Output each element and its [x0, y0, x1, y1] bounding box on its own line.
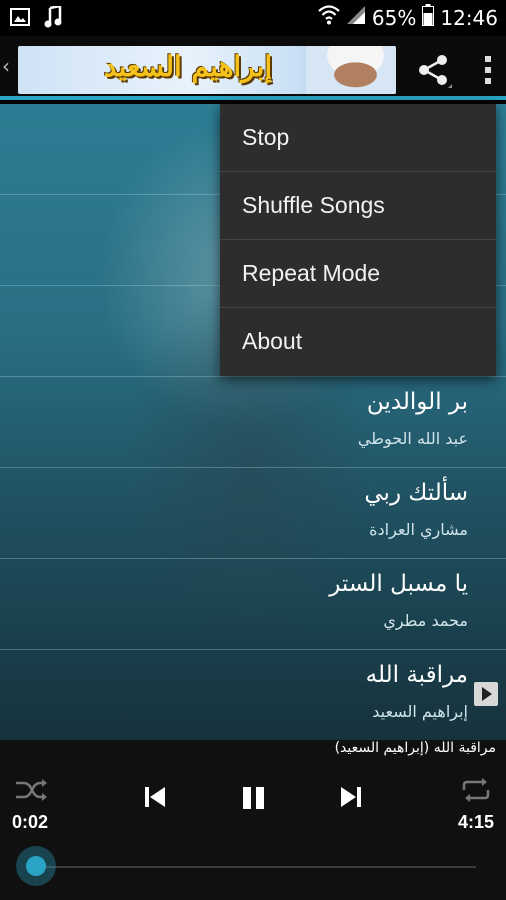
- wifi-icon: [318, 5, 340, 30]
- music-note-icon: [44, 4, 62, 32]
- action-bar: ‹ إبراهيم السعيد: [0, 36, 506, 100]
- elapsed-time: 0:02: [12, 812, 49, 832]
- menu-item-stop[interactable]: Stop: [220, 104, 496, 172]
- song-artist: محمد مطري: [383, 611, 468, 630]
- header-banner: إبراهيم السعيد: [18, 46, 396, 94]
- artist-photo: [306, 46, 396, 94]
- signal-icon: [346, 5, 366, 30]
- list-item[interactable]: يا مسبل الستر محمد مطري: [0, 559, 506, 650]
- status-bar: 65% 12:46: [0, 0, 506, 36]
- total-duration: 4:15: [457, 812, 494, 832]
- overflow-menu-button[interactable]: [478, 52, 498, 88]
- song-title: مراقبة الله: [365, 662, 468, 688]
- skip-previous-icon: [145, 787, 165, 807]
- battery-icon: [422, 4, 435, 31]
- shuffle-icon: [16, 779, 47, 801]
- now-playing-label: مراقبة الله (إبراهيم السعيد): [334, 740, 496, 756]
- next-button[interactable]: [338, 784, 364, 814]
- menu-item-shuffle-songs[interactable]: Shuffle Songs: [220, 172, 496, 240]
- song-artist: عبد الله الحوطي: [357, 429, 468, 448]
- share-button[interactable]: [414, 50, 454, 90]
- previous-button[interactable]: [142, 784, 168, 814]
- song-title: سألتك ربي: [364, 480, 468, 506]
- banner-title: إبراهيم السعيد: [103, 50, 273, 83]
- now-playing-icon: [474, 682, 498, 706]
- repeat-button[interactable]: [460, 776, 492, 808]
- menu-item-label: Stop: [242, 124, 290, 150]
- clock: 12:46: [440, 5, 498, 30]
- menu-item-label: Shuffle Songs: [242, 192, 385, 218]
- pause-icon: [243, 787, 264, 809]
- gallery-icon: [10, 7, 30, 31]
- song-artist: إبراهيم السعيد: [372, 702, 468, 721]
- overflow-menu: Stop Shuffle Songs Repeat Mode About: [220, 104, 496, 376]
- list-item[interactable]: بر الوالدين عبد الله الحوطي: [0, 377, 506, 468]
- share-icon: [419, 55, 452, 88]
- song-title: يا مسبل الستر: [329, 571, 468, 597]
- list-item[interactable]: سألتك ربي مشاري العرادة: [0, 468, 506, 559]
- menu-item-label: About: [242, 328, 303, 354]
- menu-item-label: Repeat Mode: [242, 260, 381, 286]
- menu-item-about[interactable]: About: [220, 308, 496, 376]
- pause-button[interactable]: [240, 784, 268, 816]
- player-panel: مراقبة الله (إبراهيم السعيد) 0:02 4:15: [0, 740, 506, 900]
- menu-item-repeat-mode[interactable]: Repeat Mode: [220, 240, 496, 308]
- skip-next-icon: [341, 787, 361, 807]
- song-artist: مشاري العرادة: [369, 520, 468, 539]
- repeat-icon: [462, 778, 490, 802]
- battery-percentage: 65%: [371, 5, 417, 30]
- more-vertical-icon: [485, 56, 491, 84]
- list-item-playing[interactable]: مراقبة الله إبراهيم السعيد: [0, 650, 506, 741]
- seek-bar[interactable]: [36, 866, 476, 868]
- song-title: بر الوالدين: [366, 389, 468, 415]
- shuffle-button[interactable]: [14, 776, 48, 808]
- chevron-left-icon[interactable]: ‹: [2, 54, 10, 78]
- seek-thumb[interactable]: [16, 846, 56, 886]
